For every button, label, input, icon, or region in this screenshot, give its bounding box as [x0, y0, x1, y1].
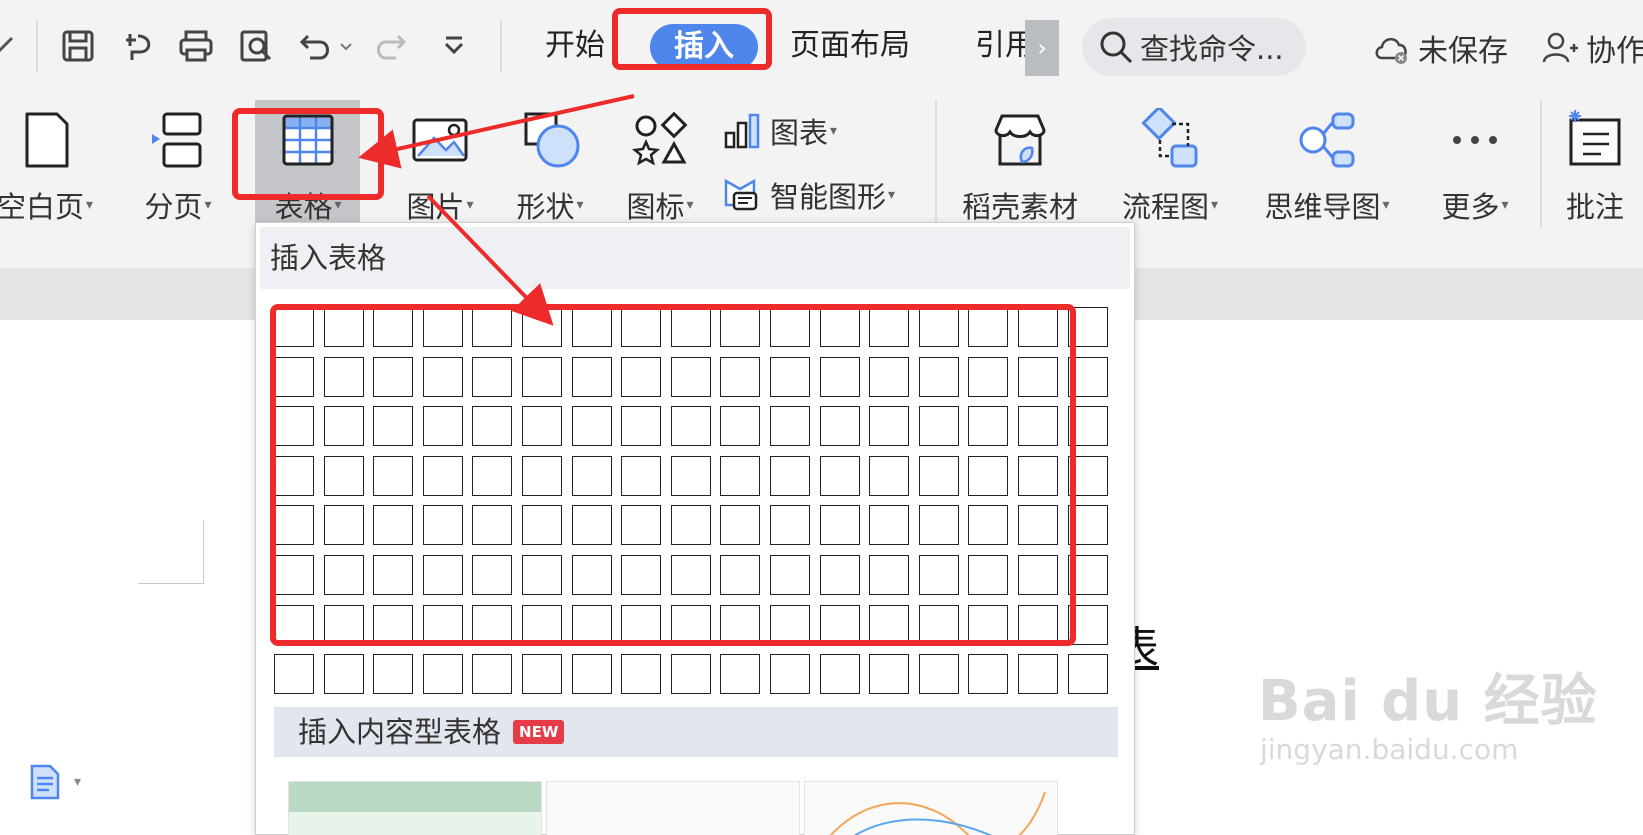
- comment-button[interactable]: 批注: [1555, 104, 1635, 226]
- flowchart-icon: [1141, 108, 1198, 168]
- grid-cell[interactable]: [769, 654, 810, 695]
- undo-dropdown-icon[interactable]: [336, 24, 356, 68]
- document-icon: [30, 764, 60, 800]
- add-user-icon: [1542, 32, 1578, 63]
- grid-cell[interactable]: [571, 654, 612, 695]
- icons-library-icon: [631, 111, 688, 166]
- smart-art-button[interactable]: 智能图形 ▾: [722, 174, 895, 216]
- customize-toolbar-icon[interactable]: [432, 24, 476, 68]
- print-icon[interactable]: [174, 24, 218, 68]
- store-icon: [994, 114, 1046, 166]
- grid-cell[interactable]: [472, 654, 513, 695]
- search-label: 查找命令...: [1140, 32, 1284, 66]
- divider: [935, 100, 937, 228]
- save-icon[interactable]: [56, 24, 100, 68]
- insert-table-title: 插入表格: [260, 227, 1130, 289]
- print-preview-icon[interactable]: [234, 24, 278, 68]
- shape-label: 形状: [516, 190, 575, 224]
- daoke-materials-button[interactable]: 稻壳素材: [955, 104, 1085, 226]
- insert-content-table-label: 插入内容型表格: [298, 715, 502, 749]
- watermark-sub: jingyan.baidu.com: [1260, 733, 1519, 766]
- grid-cell[interactable]: [720, 654, 761, 695]
- search-command-box[interactable]: 查找命令...: [1082, 18, 1306, 76]
- page-break-icon: [152, 112, 202, 168]
- flowchart-button[interactable]: 流程图 ▾: [1110, 104, 1230, 226]
- unsaved-label: 未保存: [1418, 34, 1508, 69]
- output-icon[interactable]: [116, 24, 160, 68]
- redo-icon[interactable]: [368, 24, 412, 68]
- page-break-label: 分页: [144, 190, 203, 224]
- grid-cell[interactable]: [521, 654, 562, 695]
- picture-label: 图片: [406, 190, 465, 224]
- tab-home[interactable]: 开始: [545, 26, 605, 66]
- annotation-box-grid-selection: [270, 304, 1076, 646]
- grid-cell[interactable]: [670, 654, 711, 695]
- grid-cell[interactable]: [869, 654, 910, 695]
- shape-button[interactable]: 形状 ▾: [505, 104, 595, 226]
- divider: [500, 20, 502, 72]
- comment-icon: [1569, 110, 1621, 166]
- smart-art-icon: [724, 178, 758, 211]
- shape-icon: [524, 112, 580, 168]
- grid-cell[interactable]: [274, 654, 314, 695]
- icon-label: 图标: [626, 190, 685, 224]
- grid-cell[interactable]: [819, 654, 860, 695]
- tabs-scroll-right-button[interactable]: ›: [1025, 20, 1059, 76]
- daoke-materials-label: 稻壳素材: [961, 190, 1078, 224]
- table-template-thumbnail[interactable]: [546, 781, 800, 835]
- divider: [1540, 100, 1542, 228]
- annotation-box-table-button: [232, 108, 384, 200]
- annotation-box-insert-tab: [612, 8, 772, 70]
- new-badge: NEW: [513, 720, 565, 744]
- tab-page-layout[interactable]: 页面布局: [790, 26, 910, 66]
- grid-cell[interactable]: [918, 654, 959, 695]
- table-template-thumbnail[interactable]: [804, 781, 1058, 835]
- chart-label: 图表: [770, 116, 829, 150]
- chart-icon: [724, 113, 760, 149]
- page-margin-marker: [138, 520, 204, 584]
- smart-art-label: 智能图形: [770, 180, 887, 214]
- chart-button[interactable]: 图表 ▾: [722, 110, 837, 152]
- tab-references[interactable]: 引用: [975, 26, 1025, 66]
- icon-button[interactable]: 图标 ▾: [615, 104, 705, 226]
- collaborate-button[interactable]: 协作: [1540, 26, 1643, 70]
- unsaved-status[interactable]: 未保存: [1372, 26, 1508, 70]
- grid-cell[interactable]: [422, 654, 463, 695]
- cloud-icon: [1375, 38, 1407, 64]
- divider: [36, 20, 38, 72]
- blank-page-button[interactable]: 空白页 ▾: [0, 104, 100, 226]
- more-button[interactable]: 更多 ▾: [1430, 104, 1520, 226]
- comment-label: 批注: [1565, 190, 1624, 224]
- watermark: Bai du 经验 jingyan.baidu.com: [1258, 656, 1598, 766]
- title-bar: 开始 插入 页面布局 引用 › 查找命令... 未保存 协作: [0, 0, 1643, 92]
- table-template-thumbnail[interactable]: [288, 781, 542, 835]
- collaborate-label: 协作: [1586, 34, 1643, 69]
- check-icon[interactable]: [0, 24, 22, 68]
- grid-cell[interactable]: [621, 654, 662, 695]
- more-icon: [1453, 136, 1497, 144]
- mindmap-label: 思维导图: [1264, 190, 1381, 224]
- grid-cell[interactable]: [968, 654, 1009, 695]
- page-break-button[interactable]: 分页 ▾: [128, 104, 228, 226]
- picture-button[interactable]: 图片 ▾: [395, 104, 485, 226]
- flowchart-label: 流程图: [1121, 190, 1209, 224]
- document-options-button[interactable]: ▾: [24, 762, 81, 802]
- more-label: 更多: [1441, 190, 1500, 224]
- undo-icon[interactable]: [294, 24, 338, 68]
- insert-content-table-header[interactable]: 插入内容型表格 NEW: [274, 707, 1118, 757]
- mindmap-icon: [1299, 112, 1355, 168]
- picture-icon: [412, 118, 468, 162]
- search-icon: [1100, 31, 1133, 64]
- watermark-main: Bai du 经验: [1258, 669, 1598, 734]
- grid-cell[interactable]: [1067, 654, 1108, 695]
- grid-cell[interactable]: [1017, 654, 1058, 695]
- mindmap-button[interactable]: 思维导图 ▾: [1252, 104, 1402, 226]
- blank-page-icon: [25, 112, 69, 168]
- grid-cell[interactable]: [323, 654, 364, 695]
- blank-page-label: 空白页: [0, 190, 84, 224]
- grid-cell[interactable]: [373, 654, 414, 695]
